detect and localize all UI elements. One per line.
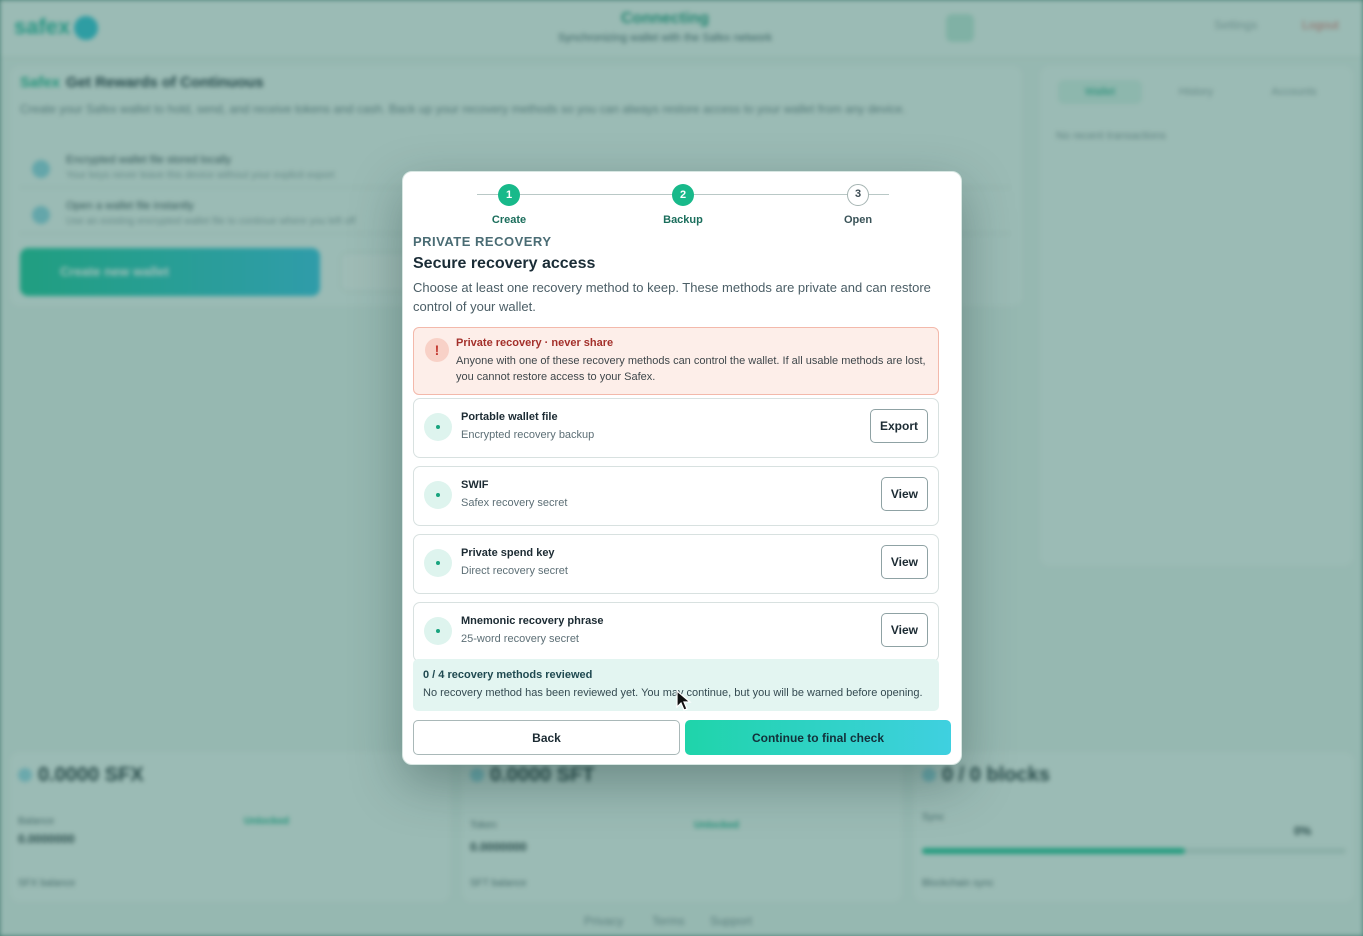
- modal-title: Secure recovery access: [413, 255, 596, 272]
- method-subtitle: Safex recovery secret: [461, 497, 568, 509]
- method-title: SWIF: [461, 479, 489, 491]
- warning-callout: ! Private recovery · never share Anyone …: [413, 327, 939, 395]
- warning-text: Anyone with one of these recovery method…: [456, 355, 926, 383]
- method-title: Portable wallet file: [461, 411, 558, 423]
- review-count: 0 / 4 recovery methods reviewed: [423, 669, 593, 681]
- continue-button[interactable]: Continue to final check: [685, 720, 951, 755]
- status-dot-icon: [424, 413, 452, 441]
- method-title: Mnemonic recovery phrase: [461, 615, 604, 627]
- step-number: 3: [847, 184, 869, 206]
- view-swif-button[interactable]: View: [880, 477, 928, 511]
- view-spend-key-button[interactable]: View: [880, 545, 928, 579]
- exclamation-icon: !: [425, 338, 449, 362]
- method-title: Private spend key: [461, 547, 555, 559]
- step-number: 2: [672, 184, 694, 206]
- method-spend-key: Private spend key Direct recovery secret…: [413, 534, 939, 594]
- status-dot-icon: [424, 481, 452, 509]
- method-wallet-file: Portable wallet file Encrypted recovery …: [413, 398, 939, 458]
- method-subtitle: Encrypted recovery backup: [461, 429, 595, 441]
- status-dot-icon: [424, 617, 452, 645]
- warning-title: Private recovery · never share: [456, 337, 614, 349]
- method-subtitle: 25-word recovery secret: [461, 633, 579, 645]
- step-number: 1: [498, 184, 520, 206]
- step-label: Backup: [663, 214, 703, 226]
- section-eyebrow: PRIVATE RECOVERY: [413, 234, 552, 249]
- step-label: Open: [843, 214, 873, 226]
- modal-description: Choose at least one recovery method to k…: [413, 280, 931, 314]
- step-backup: 2 Backup: [643, 184, 723, 226]
- method-swif: SWIF Safex recovery secret View: [413, 466, 939, 526]
- progress-stepper: 1 Create 2 Backup 3 Open: [477, 184, 889, 236]
- status-dot-icon: [424, 549, 452, 577]
- mouse-pointer-icon: [676, 690, 692, 711]
- review-note: No recovery method has been reviewed yet…: [423, 687, 923, 699]
- view-mnemonic-button[interactable]: View: [880, 613, 928, 647]
- method-mnemonic: Mnemonic recovery phrase 25-word recover…: [413, 602, 939, 662]
- export-button[interactable]: Export: [869, 409, 928, 443]
- step-open: 3 Open: [818, 184, 898, 226]
- method-subtitle: Direct recovery secret: [461, 565, 568, 577]
- step-create: 1 Create: [469, 184, 549, 226]
- step-label: Create: [491, 214, 527, 226]
- recovery-modal: 1 Create 2 Backup 3 Open PRIVATE RECOVER…: [402, 171, 962, 765]
- back-button[interactable]: Back: [413, 720, 680, 755]
